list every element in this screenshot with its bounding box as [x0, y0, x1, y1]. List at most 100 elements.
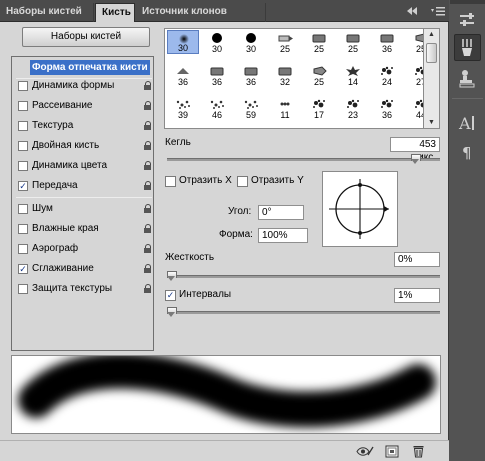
brush-tip-cell[interactable]: 11	[269, 96, 301, 120]
stroke-preview	[11, 355, 441, 434]
flip-y-checkbox[interactable]	[237, 176, 248, 187]
brush-tip-cell[interactable]: 36	[235, 63, 267, 87]
scroll-up-icon[interactable]: ▲	[424, 29, 439, 40]
hardness-slider-track[interactable]	[167, 275, 440, 278]
spacing-checkbox[interactable]: ✓	[165, 290, 176, 301]
checkbox-checked[interactable]: ✓	[18, 264, 28, 274]
brush-tip-cell[interactable]: 36	[201, 63, 233, 87]
spacing-slider-thumb[interactable]	[167, 307, 177, 317]
tab-brush[interactable]: Кисть	[95, 3, 135, 22]
brush-tip-cell[interactable]: 36	[371, 96, 403, 120]
brush-tip-cell[interactable]: 36	[167, 63, 199, 87]
checkbox[interactable]	[18, 81, 28, 91]
brush-tip-cell[interactable]: 30	[201, 30, 233, 54]
scroll-thumb[interactable]	[426, 43, 437, 63]
size-slider-thumb[interactable]	[410, 154, 421, 164]
brush-tip-cell[interactable]: 59	[235, 96, 267, 120]
lock-icon[interactable]	[143, 284, 152, 294]
size-slider-track[interactable]	[167, 158, 440, 161]
brush-dock-icon[interactable]	[454, 34, 481, 61]
lock-icon[interactable]	[143, 141, 152, 151]
brush-presets-button[interactable]: Наборы кистей	[22, 27, 150, 47]
lock-icon[interactable]	[143, 121, 152, 131]
option-texture[interactable]: Текстура	[17, 118, 153, 134]
checkbox[interactable]	[18, 161, 28, 171]
lock-icon[interactable]	[143, 181, 152, 191]
brush-tip-size: 23	[347, 110, 358, 120]
spacing-slider-track[interactable]	[167, 311, 440, 314]
checkbox-checked[interactable]: ✓	[18, 181, 28, 191]
roundness-input[interactable]: 100%	[258, 228, 308, 243]
brush-tip-cell[interactable]: 24	[371, 63, 403, 87]
option-smoothing[interactable]: ✓ Сглаживание	[17, 261, 153, 277]
size-input[interactable]: 453 пикс.	[390, 137, 440, 163]
checkbox[interactable]	[18, 121, 28, 131]
option-noise[interactable]: Шум	[17, 201, 153, 217]
lock-icon[interactable]	[143, 224, 152, 234]
brush-tip-size: 25	[279, 44, 290, 54]
brush-tip-cell[interactable]: 32	[269, 63, 301, 87]
brush-tip-splatter-icon	[343, 98, 363, 110]
checkbox[interactable]	[18, 244, 28, 254]
brush-tip-cell[interactable]: 36	[371, 30, 403, 54]
brush-tip-cell[interactable]: 25	[269, 30, 301, 54]
brush-tip-cell[interactable]: 30	[235, 30, 267, 54]
brush-tip-cell[interactable]: 25	[303, 63, 335, 87]
hardness-slider-thumb[interactable]	[167, 271, 177, 281]
toggle-preview-icon[interactable]	[356, 445, 374, 458]
clone-source-dock-icon[interactable]	[454, 65, 481, 92]
hardness-label: Жесткость	[165, 252, 215, 263]
spacing-input[interactable]: 1%	[394, 288, 440, 303]
brush-tip-cell[interactable]: 17	[303, 96, 335, 120]
brush-tip-cell[interactable]: 39	[167, 96, 199, 120]
option-transfer[interactable]: ✓ Передача	[17, 178, 153, 194]
paragraph-dock-icon[interactable]: ¶	[454, 138, 481, 165]
delete-icon[interactable]	[412, 445, 426, 458]
character-dock-icon[interactable]: A	[454, 109, 481, 136]
brush-tip-size: 30	[245, 44, 256, 54]
brush-presets-dock-icon[interactable]	[454, 7, 481, 34]
option-protect-texture[interactable]: Защита текстуры	[17, 281, 153, 297]
brush-options-list: Форма отпечатка кисти Динамика формы Рас…	[11, 56, 154, 351]
option-shape-dynamics[interactable]: Динамика формы	[17, 78, 153, 94]
brush-tip-stroke-icon	[377, 32, 397, 44]
lock-icon[interactable]	[143, 101, 152, 111]
brush-tip-cell[interactable]: 14	[337, 63, 369, 87]
brush-grid-scrollbar[interactable]: ▲ ▼	[423, 28, 440, 129]
checkbox[interactable]	[18, 224, 28, 234]
brush-tip-size: 36	[245, 77, 256, 87]
brush-tip-cell[interactable]: 25	[337, 30, 369, 54]
lock-icon[interactable]	[143, 244, 152, 254]
brush-tip-size: 25	[313, 77, 324, 87]
tab-brush-presets[interactable]: Наборы кистей	[0, 3, 94, 22]
option-wet-edges[interactable]: Влажные края	[17, 221, 153, 237]
brush-tip-splatter-icon	[309, 98, 329, 110]
panel-menu-icon[interactable]	[430, 6, 446, 16]
option-brush-tip-shape[interactable]: Форма отпечатка кисти	[14, 60, 153, 75]
lock-icon[interactable]	[143, 81, 152, 91]
brush-tip-cell[interactable]: 46	[201, 96, 233, 120]
size-label: Кегль	[165, 137, 191, 148]
option-color-dynamics[interactable]: Динамика цвета	[17, 158, 153, 174]
checkbox[interactable]	[18, 284, 28, 294]
brush-tip-cell[interactable]: 23	[337, 96, 369, 120]
tab-clone-source[interactable]: Источник клонов	[136, 3, 266, 22]
angle-input[interactable]: 0°	[258, 205, 304, 220]
lock-icon[interactable]	[143, 264, 152, 274]
brush-tip-cell[interactable]: 25	[303, 30, 335, 54]
option-dual-brush[interactable]: Двойная кисть	[17, 138, 153, 154]
lock-icon[interactable]	[143, 204, 152, 214]
new-brush-icon[interactable]	[385, 445, 399, 458]
checkbox[interactable]	[18, 101, 28, 111]
option-scattering[interactable]: Рассеивание	[17, 98, 153, 114]
collapse-panel-icon[interactable]	[406, 6, 418, 16]
hardness-input[interactable]: 0%	[394, 252, 440, 267]
lock-icon[interactable]	[143, 161, 152, 171]
scroll-down-icon[interactable]: ▼	[424, 117, 439, 128]
brush-tip-cell[interactable]: 30	[167, 30, 199, 54]
angle-roundness-preview[interactable]	[322, 171, 398, 247]
option-airbrush[interactable]: Аэрограф	[17, 241, 153, 257]
checkbox[interactable]	[18, 141, 28, 151]
flip-x-checkbox[interactable]	[165, 176, 176, 187]
checkbox[interactable]	[18, 204, 28, 214]
